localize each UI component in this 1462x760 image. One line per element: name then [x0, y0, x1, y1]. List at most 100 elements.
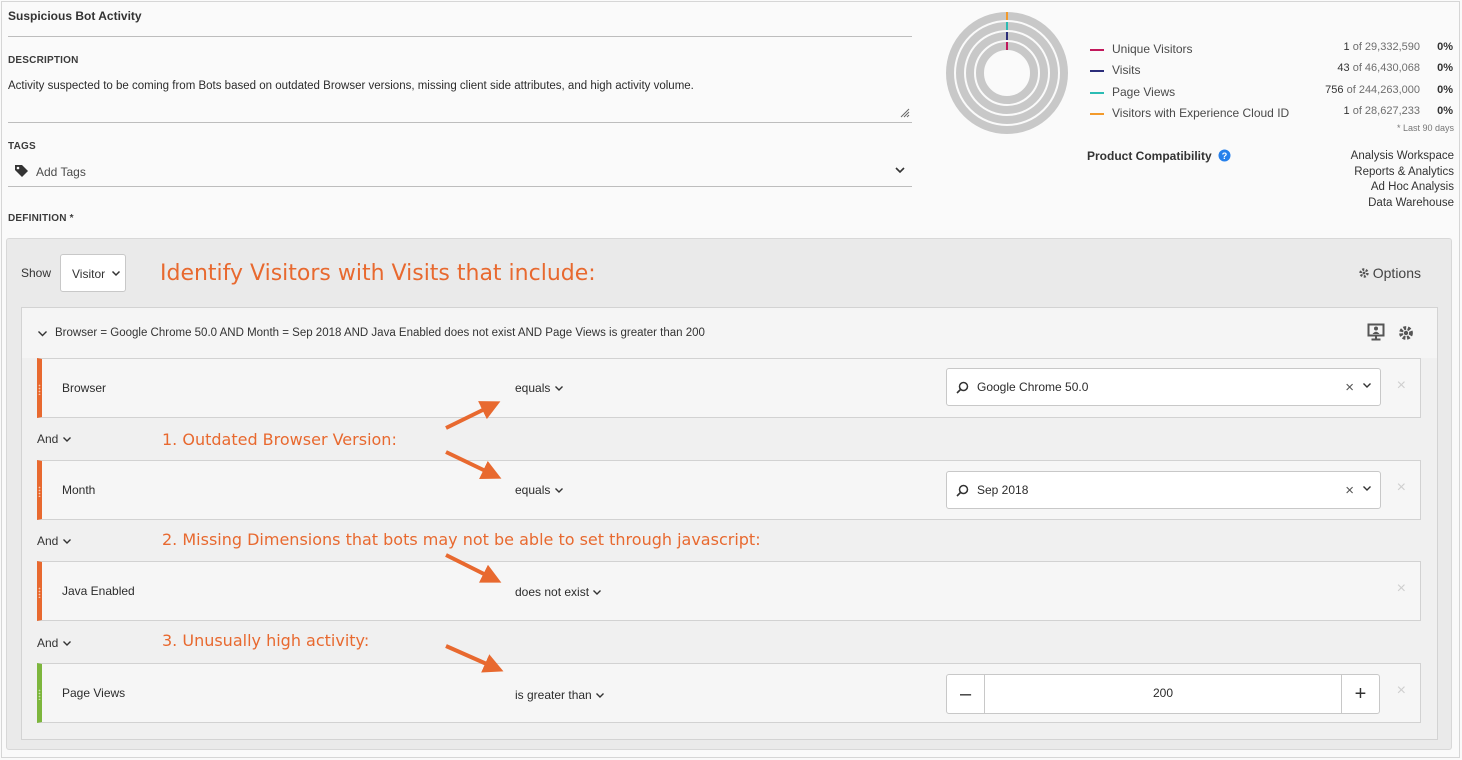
operator-dropdown[interactable]: does not exist — [515, 585, 602, 599]
compat-product: Data Warehouse — [1368, 196, 1454, 209]
and-operator[interactable]: And — [37, 636, 72, 650]
visits-swatch — [1090, 69, 1104, 72]
compat-label-text: Product Compatibility — [1087, 149, 1212, 163]
chevron-down-icon[interactable] — [894, 166, 906, 174]
tags-field[interactable]: Add Tags — [8, 160, 912, 187]
segment-title: Suspicious Bot Activity — [8, 9, 142, 23]
operator-label: does not exist — [515, 585, 590, 599]
show-container-dropdown[interactable]: Visitor — [60, 254, 126, 292]
chevron-down-icon — [554, 488, 563, 493]
operator-dropdown[interactable]: equals — [515, 483, 564, 497]
drag-handle[interactable] — [38, 486, 41, 497]
chevron-down-icon — [554, 386, 563, 391]
metric-count: 756 of 244,263,000 — [1325, 84, 1420, 96]
stepper-value[interactable]: 200 — [985, 686, 1341, 700]
metric-percent: 0% — [1437, 62, 1453, 74]
tags-placeholder: Add Tags — [36, 165, 86, 179]
resize-grip-icon[interactable] — [900, 108, 910, 118]
drag-handle[interactable] — [38, 689, 41, 700]
gear-icon — [1359, 268, 1369, 278]
quantity-stepper: – 200 + — [946, 674, 1380, 714]
chevron-down-icon — [62, 437, 71, 442]
drag-handle[interactable] — [38, 587, 41, 598]
and-operator[interactable]: And — [37, 432, 72, 446]
metric-count: 1 of 29,332,590 — [1343, 41, 1420, 53]
last-90-days-note: * Last 90 days — [1396, 123, 1454, 133]
clear-icon[interactable]: × — [1345, 379, 1354, 396]
legend-page-views: Page Views — [1090, 85, 1175, 99]
annotation-note-1: 1. Outdated Browser Version: — [162, 430, 397, 449]
annotation-headline: Identify Visitors with Visits that inclu… — [160, 261, 596, 286]
options-label: Options — [1372, 265, 1421, 281]
compat-product: Ad Hoc Analysis — [1370, 181, 1454, 193]
gear-icon[interactable] — [1397, 324, 1415, 342]
legend-visits: Visits — [1090, 63, 1140, 77]
chevron-down-icon[interactable] — [37, 330, 48, 337]
remove-rule-icon[interactable]: × — [1397, 580, 1406, 598]
value-combobox[interactable]: Google Chrome 50.0 × — [946, 368, 1381, 406]
help-icon[interactable]: ? — [1218, 149, 1231, 162]
annotation-note-3: 3. Unusually high activity: — [162, 631, 370, 650]
options-button[interactable]: Options — [1358, 265, 1421, 281]
remove-rule-icon[interactable]: × — [1397, 682, 1406, 700]
rule-dimension: Month — [62, 483, 96, 497]
description-label: DESCRIPTION — [8, 55, 79, 66]
unique-visitors-swatch — [1090, 48, 1104, 51]
value-combobox[interactable]: Sep 2018 × — [946, 471, 1381, 509]
metric-name: Page Views — [1112, 85, 1176, 99]
and-label: And — [37, 534, 59, 548]
compat-product: Analysis Workspace — [1350, 150, 1454, 162]
tag-icon — [15, 165, 28, 177]
remove-rule-icon[interactable]: × — [1397, 479, 1406, 497]
ecid-visitors-swatch — [1090, 112, 1104, 115]
metric-name: Visitors with Experience Cloud ID — [1112, 106, 1290, 120]
product-compatibility-label: Product Compatibility ? — [1087, 149, 1231, 163]
description-textarea[interactable]: Activity suspected to be coming from Bot… — [8, 80, 912, 123]
chevron-down-icon[interactable] — [1362, 485, 1372, 492]
operator-label: is greater than — [515, 688, 592, 702]
annotation-note-2: 2. Missing Dimensions that bots may not … — [162, 530, 761, 549]
rule-dimension: Browser — [62, 381, 107, 395]
clear-icon[interactable]: × — [1345, 482, 1354, 499]
operator-label: equals — [515, 381, 551, 395]
decrement-button[interactable]: – — [947, 675, 985, 713]
drag-handle[interactable] — [38, 384, 41, 395]
legend-ecid-visitors: Visitors with Experience Cloud ID — [1090, 106, 1289, 120]
legend-unique-visitors: Unique Visitors — [1090, 42, 1192, 56]
rule-row-month: Month equals Sep 2018 × × — [37, 460, 1421, 520]
show-value: Visitor — [72, 267, 106, 281]
segment-title-input[interactable]: Suspicious Bot Activity — [8, 9, 912, 37]
and-operator[interactable]: And — [37, 534, 72, 548]
search-icon — [956, 381, 969, 394]
show-label: Show — [21, 266, 52, 280]
chevron-down-icon[interactable] — [1362, 382, 1372, 389]
chevron-down-icon — [111, 270, 121, 277]
rule-dimension: Page Views — [62, 686, 126, 700]
metric-count: 1 of 28,627,233 — [1343, 105, 1420, 117]
definition-label: DEFINITION * — [8, 213, 74, 224]
tags-label: TAGS — [8, 141, 36, 152]
container-header[interactable]: Browser = Google Chrome 50.0 AND Month =… — [22, 308, 1437, 358]
container-type-icon[interactable] — [1367, 323, 1385, 342]
compat-products-list: Analysis Workspace Reports & Analytics A… — [1351, 149, 1454, 211]
chevron-down-icon — [596, 693, 605, 698]
operator-label: equals — [515, 483, 551, 497]
svg-text:?: ? — [1222, 151, 1228, 161]
and-label: And — [37, 636, 59, 650]
page-views-swatch — [1090, 91, 1104, 94]
metric-count: 43 of 46,430,068 — [1337, 62, 1420, 74]
metric-percent: 0% — [1437, 84, 1453, 96]
rule-row-browser: Browser equals Google Chrome 50.0 × × — [37, 358, 1421, 418]
remove-rule-icon[interactable]: × — [1397, 377, 1406, 395]
chevron-down-icon — [62, 539, 71, 544]
rule-row-java-enabled: Java Enabled does not exist × — [37, 561, 1421, 621]
chevron-down-icon — [62, 641, 71, 646]
rule-dimension: Java Enabled — [62, 584, 135, 598]
operator-dropdown[interactable]: is greater than — [515, 688, 605, 702]
increment-button[interactable]: + — [1341, 675, 1379, 713]
container-summary: Browser = Google Chrome 50.0 AND Month =… — [55, 327, 705, 339]
chevron-down-icon — [593, 590, 602, 595]
search-icon — [956, 484, 969, 497]
operator-dropdown[interactable]: equals — [515, 381, 564, 395]
metric-percent: 0% — [1437, 105, 1453, 117]
